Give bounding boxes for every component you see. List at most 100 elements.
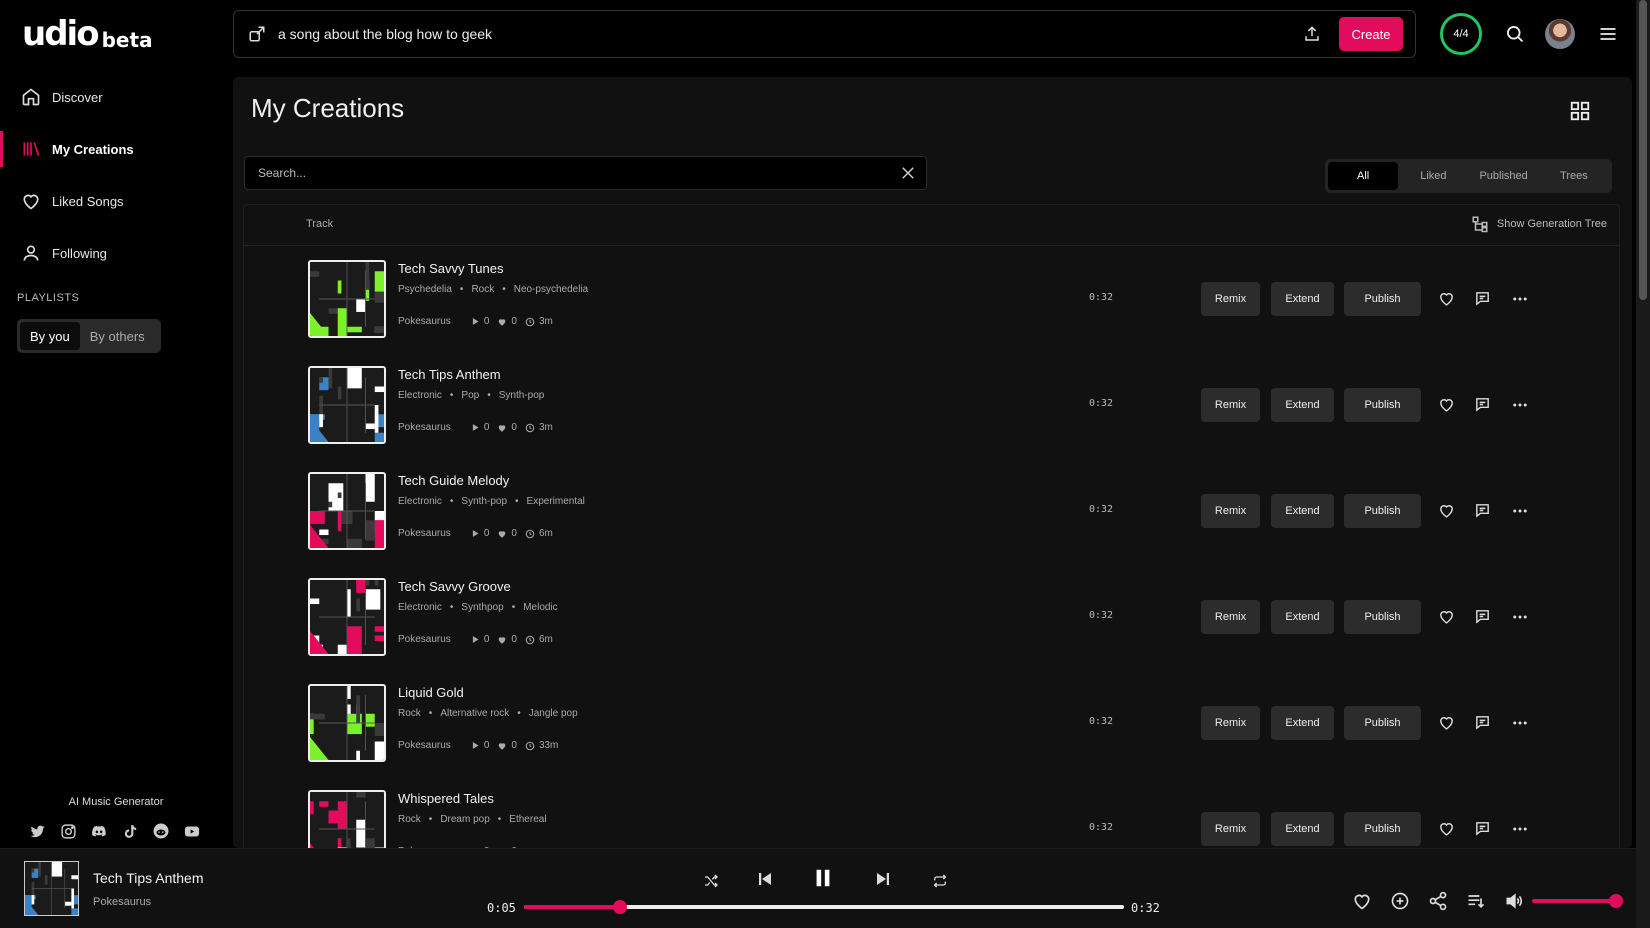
prompt-tag-icon[interactable] [248, 25, 266, 43]
remix-button[interactable]: Remix [1201, 494, 1260, 528]
page-scrollbar[interactable] [1636, 0, 1650, 928]
volume-handle[interactable] [1609, 894, 1623, 908]
genre-tag[interactable]: Jangle pop [529, 708, 578, 719]
genre-tag[interactable]: Neo-psychedelia [514, 284, 589, 295]
upload-icon[interactable] [1301, 23, 1323, 45]
comment-icon[interactable] [1474, 502, 1492, 520]
sidebar-item-my-creations[interactable]: My Creations [0, 129, 232, 169]
extend-button[interactable]: Extend [1271, 388, 1334, 422]
track-title[interactable]: Tech Guide Melody [398, 473, 509, 488]
track-artist[interactable]: Pokesaurus [398, 740, 451, 751]
reddit-icon[interactable] [152, 822, 170, 840]
genre-tag[interactable]: Psychedelia [398, 284, 452, 295]
repeat-icon[interactable] [932, 873, 948, 889]
create-button[interactable]: Create [1339, 17, 1403, 51]
now-playing-cover[interactable] [24, 861, 79, 916]
credits-counter[interactable]: 4/4 [1440, 13, 1482, 55]
genre-tag[interactable]: Pop [461, 390, 479, 401]
hamburger-menu-icon[interactable] [1598, 24, 1618, 44]
track-cover[interactable] [308, 472, 386, 550]
pause-icon[interactable] [812, 867, 834, 889]
scrollbar-thumb[interactable] [1639, 0, 1647, 300]
prompt-input[interactable] [278, 26, 1301, 42]
udio-logo[interactable]: udio beta [22, 16, 153, 52]
extend-button[interactable]: Extend [1271, 494, 1334, 528]
tiktok-icon[interactable] [121, 822, 139, 840]
publish-button[interactable]: Publish [1344, 494, 1421, 528]
extend-button[interactable]: Extend [1271, 600, 1334, 634]
show-generation-tree-button[interactable]: Show Generation Tree [1471, 215, 1607, 233]
track-title[interactable]: Liquid Gold [398, 685, 464, 700]
heart-icon[interactable] [1438, 714, 1456, 732]
track-title[interactable]: Whispered Tales [398, 791, 494, 806]
track-cover[interactable] [308, 366, 386, 444]
track-row[interactable]: Liquid Gold Rock • Alternative rock • Jangle… [244, 670, 1621, 776]
track-artist[interactable]: Pokesaurus [398, 316, 451, 327]
remix-button[interactable]: Remix [1201, 388, 1260, 422]
genre-tag[interactable]: Synthpop [461, 602, 503, 613]
heart-icon[interactable] [1438, 608, 1456, 626]
remix-button[interactable]: Remix [1201, 812, 1260, 846]
heart-icon[interactable] [1438, 502, 1456, 520]
genre-tag[interactable]: Synth-pop [499, 390, 545, 401]
heart-icon[interactable] [1438, 396, 1456, 414]
volume-slider[interactable] [1532, 894, 1623, 908]
genre-tag[interactable]: Alternative rock [440, 708, 509, 719]
track-artist[interactable]: Pokesaurus [398, 422, 451, 433]
more-options-icon[interactable] [1511, 608, 1529, 626]
genre-tag[interactable]: Dream pop [440, 814, 489, 825]
filter-tab-trees[interactable]: Trees [1539, 162, 1609, 190]
discord-icon[interactable] [90, 822, 108, 840]
comment-icon[interactable] [1474, 820, 1492, 838]
publish-button[interactable]: Publish [1344, 388, 1421, 422]
comment-icon[interactable] [1474, 608, 1492, 626]
queue-icon[interactable] [1466, 891, 1486, 911]
track-cover[interactable] [308, 578, 386, 656]
track-row[interactable]: Tech Tips Anthem Electronic • Pop • Synth-po… [244, 352, 1621, 458]
comment-icon[interactable] [1474, 290, 1492, 308]
add-to-playlist-icon[interactable] [1390, 891, 1410, 911]
remix-button[interactable]: Remix [1201, 282, 1260, 316]
remix-button[interactable]: Remix [1201, 706, 1260, 740]
track-row[interactable]: Tech Guide Melody Electronic • Synth-pop • E… [244, 458, 1621, 564]
avatar[interactable] [1545, 19, 1575, 49]
genre-tag[interactable]: Electronic [398, 390, 442, 401]
publish-button[interactable]: Publish [1344, 600, 1421, 634]
youtube-icon[interactable] [183, 822, 201, 840]
extend-button[interactable]: Extend [1271, 282, 1334, 316]
heart-icon[interactable] [1438, 820, 1456, 838]
instagram-icon[interactable] [59, 822, 77, 840]
playlist-tab-by-you[interactable]: By you [20, 322, 80, 350]
track-cover[interactable] [308, 260, 386, 338]
now-playing-artist[interactable]: Pokesaurus [93, 896, 151, 908]
publish-button[interactable]: Publish [1344, 812, 1421, 846]
comment-icon[interactable] [1474, 714, 1492, 732]
genre-tag[interactable]: Rock [398, 814, 421, 825]
genre-tag[interactable]: Rock [398, 708, 421, 719]
search-input[interactable] [245, 166, 899, 180]
track-artist[interactable]: Pokesaurus [398, 528, 451, 539]
shuffle-icon[interactable] [703, 873, 719, 889]
grid-view-icon[interactable] [1569, 100, 1591, 122]
more-options-icon[interactable] [1511, 714, 1529, 732]
track-title[interactable]: Tech Savvy Tunes [398, 261, 504, 276]
heart-icon[interactable] [1438, 290, 1456, 308]
close-icon[interactable] [899, 164, 917, 182]
genre-tag[interactable]: Rock [471, 284, 494, 295]
comment-icon[interactable] [1474, 396, 1492, 414]
volume-icon[interactable] [1504, 891, 1524, 911]
sidebar-item-following[interactable]: Following [0, 233, 232, 273]
more-options-icon[interactable] [1511, 290, 1529, 308]
track-row[interactable]: Whispered Tales Rock • Dream pop • Ethereal … [244, 776, 1621, 848]
progress-handle[interactable] [613, 900, 627, 914]
more-options-icon[interactable] [1511, 820, 1529, 838]
genre-tag[interactable]: Ethereal [509, 814, 546, 825]
extend-button[interactable]: Extend [1271, 812, 1334, 846]
twitter-icon[interactable] [28, 822, 46, 840]
genre-tag[interactable]: Experimental [527, 496, 585, 507]
search-icon[interactable] [1505, 24, 1525, 44]
track-row[interactable]: Tech Savvy Groove Electronic • Synthpop • Me… [244, 564, 1621, 670]
filter-tab-all[interactable]: All [1328, 162, 1399, 190]
track-row[interactable]: Tech Savvy Tunes Psychedelia • Rock • Neo-ps… [244, 246, 1621, 352]
like-heart-icon[interactable] [1352, 891, 1372, 911]
